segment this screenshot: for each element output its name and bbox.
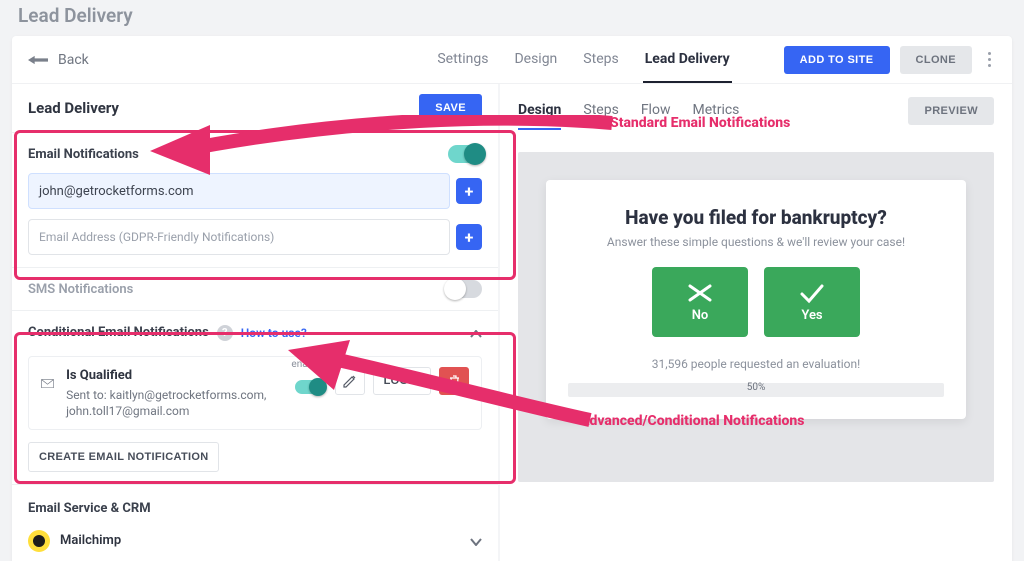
add-email-button[interactable]: + xyxy=(456,178,482,204)
rule-name: Is Qualified xyxy=(66,367,279,385)
choice-no-label: No xyxy=(692,308,709,323)
tab-lead-delivery[interactable]: Lead Delivery xyxy=(643,37,732,83)
topbar: Back Settings Design Steps Lead Delivery… xyxy=(12,36,1012,84)
preview-tabs: Design Steps Flow Metrics xyxy=(518,92,739,130)
widget-headline: Have you filed for bankruptcy? xyxy=(568,206,944,229)
page-title: Lead Delivery xyxy=(18,4,133,27)
widget-sub: Answer these simple questions & we'll re… xyxy=(568,235,944,249)
section-conditional-notifications: Conditional Email Notifications ? How to… xyxy=(12,310,498,484)
back-label: Back xyxy=(58,52,89,68)
chevron-down-icon xyxy=(470,531,482,550)
choice-yes[interactable]: Yes xyxy=(764,267,860,337)
preview-tab-steps[interactable]: Steps xyxy=(583,92,618,130)
progress-bar: 50% xyxy=(568,383,944,397)
trash-icon xyxy=(449,375,460,388)
preview-panel: Design Steps Flow Metrics PREVIEW Have y… xyxy=(500,84,1012,561)
conditional-rule: Is Qualified Sent to: kaitlyn@getrocketf… xyxy=(28,356,482,430)
top-actions: ADD TO SITE CLONE xyxy=(784,46,996,74)
preview-tab-design[interactable]: Design xyxy=(518,92,561,130)
sms-notifications-title: SMS Notifications xyxy=(28,282,133,297)
preview-button[interactable]: PREVIEW xyxy=(908,97,994,125)
settings-panel: Lead Delivery SAVE Email Notifications j… xyxy=(12,84,500,561)
rule-prefix: Sent to: xyxy=(66,388,110,402)
edit-rule-button[interactable] xyxy=(335,367,365,395)
check-icon xyxy=(798,282,826,304)
add-gdpr-email-button[interactable]: + xyxy=(456,224,482,250)
email-notifications-toggle[interactable] xyxy=(448,145,482,163)
section-sms-notifications: SMS Notifications xyxy=(12,267,498,310)
more-menu-icon[interactable] xyxy=(982,52,996,67)
preview-stage: Have you filed for bankruptcy? Answer th… xyxy=(518,152,994,482)
logic-button[interactable]: LOGIC xyxy=(373,367,431,395)
progress-label: 50% xyxy=(747,382,766,393)
create-email-notification-button[interactable]: CREATE EMAIL NOTIFICATION xyxy=(28,442,219,472)
cross-icon xyxy=(686,282,714,304)
tab-steps[interactable]: Steps xyxy=(581,37,620,83)
top-tabs: Settings Design Steps Lead Delivery xyxy=(435,37,731,83)
collapse-icon[interactable] xyxy=(470,323,482,342)
preview-tab-flow[interactable]: Flow xyxy=(641,92,671,130)
enabled-label: enabled xyxy=(291,359,326,370)
email-notifications-title: Email Notifications xyxy=(28,147,139,162)
arrow-left-icon xyxy=(28,55,48,65)
save-button[interactable]: SAVE xyxy=(419,94,482,122)
how-to-use-link[interactable]: How to use? xyxy=(241,326,307,340)
tab-design[interactable]: Design xyxy=(512,37,559,83)
email-field[interactable]: john@getrocketforms.com xyxy=(28,173,450,209)
back-button[interactable]: Back xyxy=(28,52,89,68)
rule-text: Is Qualified Sent to: kaitlyn@getrocketf… xyxy=(66,367,279,419)
pencil-icon xyxy=(343,375,356,388)
help-icon[interactable]: ? xyxy=(217,325,233,341)
choice-no[interactable]: No xyxy=(652,267,748,337)
section-crm: Email Service & CRM xyxy=(12,484,498,520)
tab-settings[interactable]: Settings xyxy=(435,37,490,83)
form-widget: Have you filed for bankruptcy? Answer th… xyxy=(546,180,966,419)
email-gdpr-field[interactable]: Email Address (GDPR-Friendly Notificatio… xyxy=(28,219,450,255)
rule-enabled-toggle[interactable] xyxy=(295,380,323,394)
social-proof: 31,596 people requested an evaluation! xyxy=(568,357,944,371)
crm-title: Email Service & CRM xyxy=(28,501,151,516)
add-to-site-button[interactable]: ADD TO SITE xyxy=(784,46,890,74)
conditional-title: Conditional Email Notifications xyxy=(28,325,209,340)
panel-title: Lead Delivery xyxy=(28,99,119,117)
mailchimp-label: Mailchimp xyxy=(60,533,121,548)
main-card: Back Settings Design Steps Lead Delivery… xyxy=(12,36,1012,561)
choice-yes-label: Yes xyxy=(801,308,822,323)
section-email-notifications: Email Notifications john@getrocketforms.… xyxy=(12,132,498,267)
mailchimp-icon xyxy=(28,530,50,552)
preview-tab-metrics[interactable]: Metrics xyxy=(692,92,739,130)
envelope-icon xyxy=(41,373,54,392)
delete-rule-button[interactable] xyxy=(439,367,469,395)
crm-mailchimp-row[interactable]: Mailchimp xyxy=(12,520,498,561)
clone-button[interactable]: CLONE xyxy=(900,46,973,74)
sms-notifications-toggle[interactable] xyxy=(448,280,482,298)
